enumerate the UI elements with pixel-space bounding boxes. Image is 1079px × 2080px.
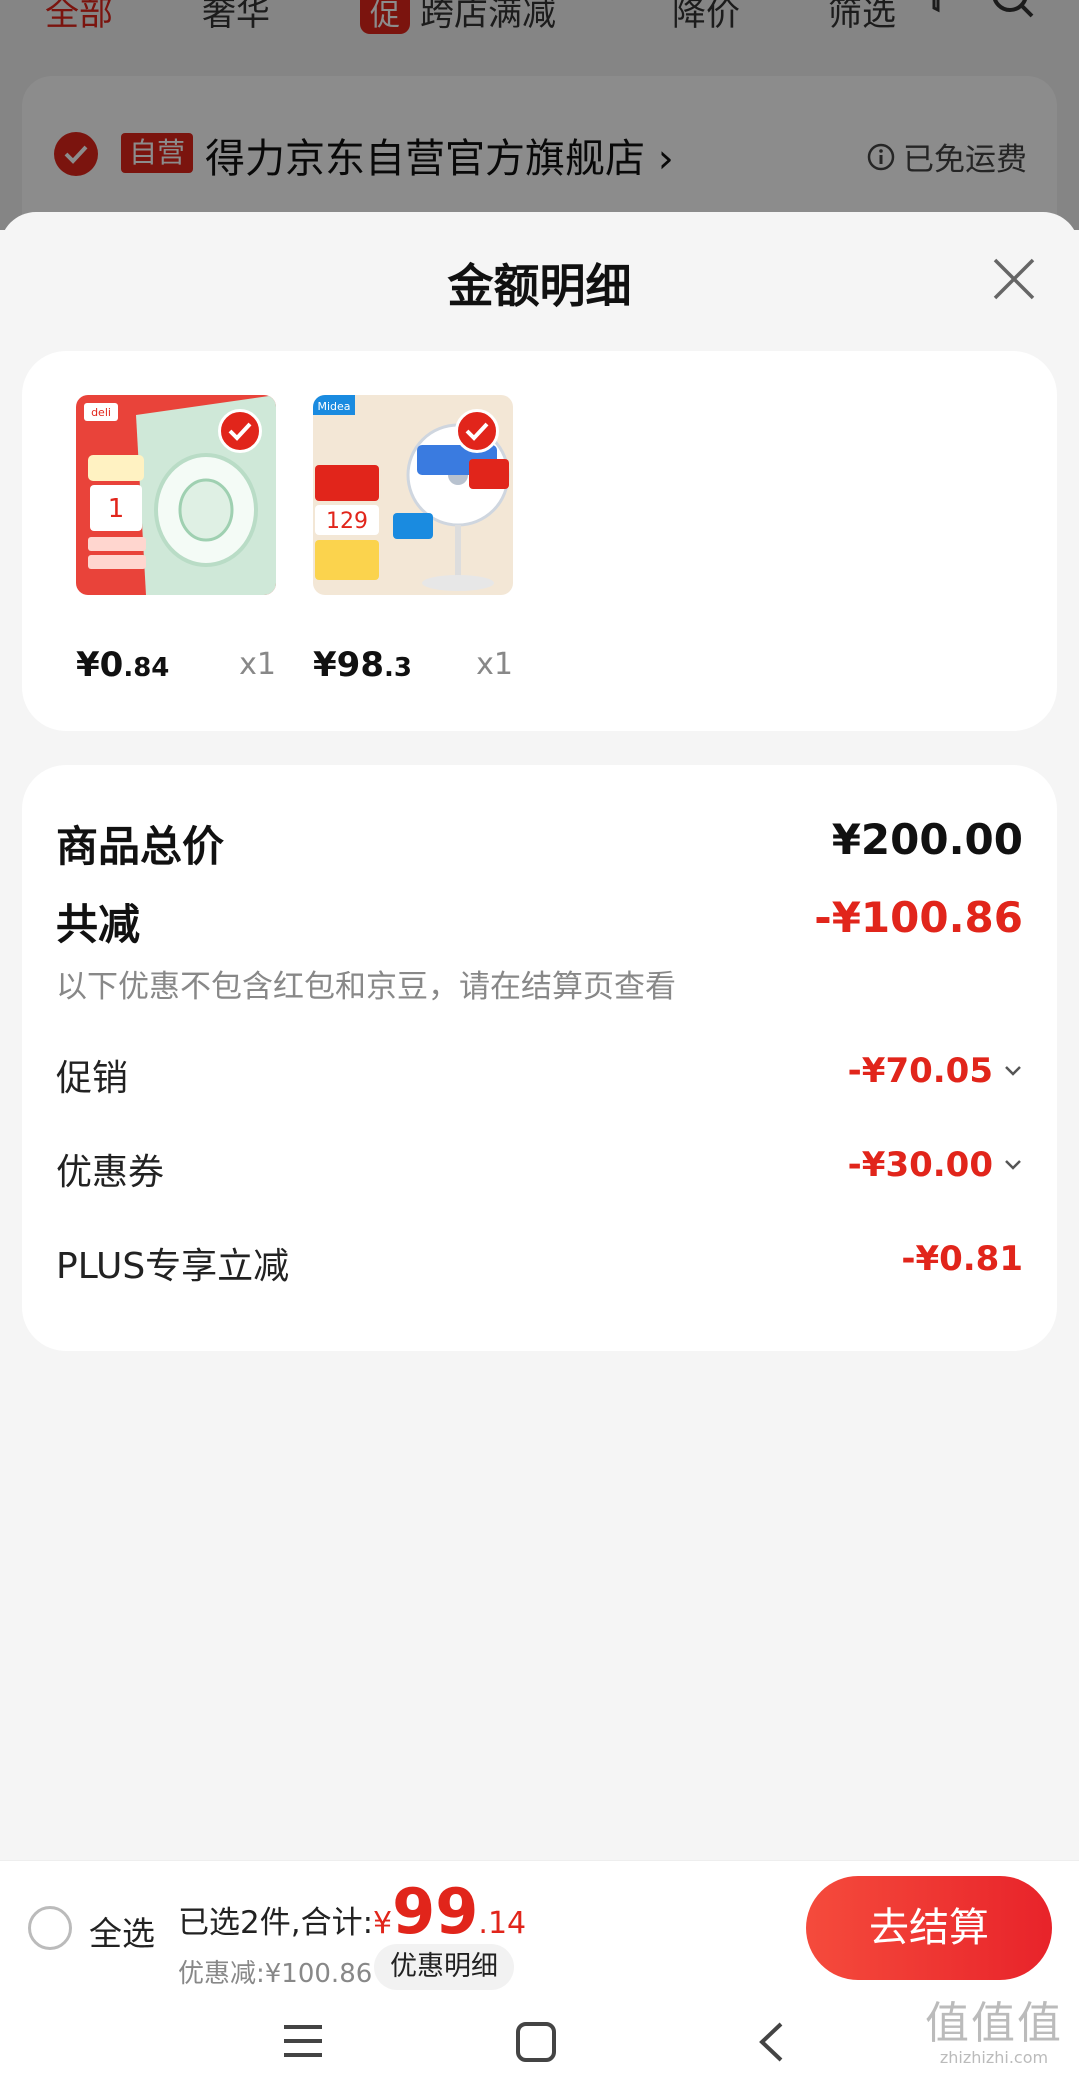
coupon-row-toggle[interactable]: -¥30.00 — [848, 1145, 1023, 1185]
price-integer: ¥98 — [313, 645, 384, 685]
product-quantity: x1 — [239, 647, 276, 682]
plus-discount-value: -¥0.81 — [901, 1239, 1023, 1279]
check-icon — [228, 422, 252, 441]
chevron-down-icon — [1005, 1066, 1021, 1076]
total-reduction-label: 共减 — [56, 900, 141, 949]
promotion-value: -¥70.05 — [847, 1051, 993, 1091]
product-thumbnail[interactable]: deli 1 — [76, 395, 276, 595]
total-integer: 99 — [392, 1875, 479, 1948]
price-integer: ¥0 — [76, 645, 124, 685]
back-icon[interactable] — [756, 2021, 786, 2063]
product-thumbnail[interactable]: Midea 129 — [313, 395, 513, 595]
checkout-button[interactable]: 去结算 — [806, 1876, 1052, 1980]
total-reduction-value: -¥100.86 — [814, 893, 1023, 942]
check-icon — [465, 422, 489, 441]
modal-overlay[interactable] — [0, 0, 1079, 230]
checkout-bar: 全选 已选2件,合计:¥99.14 优惠减:¥100.86 优惠明细 去结算 — [0, 1860, 1079, 1995]
discount-summary: 优惠减:¥100.86 — [178, 1959, 373, 1989]
watermark-logo: 值值值 — [925, 1998, 1063, 2049]
menu-icon[interactable] — [282, 2021, 324, 2061]
home-icon[interactable] — [515, 2021, 557, 2063]
selected-count-text: 已选2件,合计: — [178, 1905, 374, 1941]
plus-discount-label: PLUS专享立减 — [56, 1246, 290, 1287]
currency-symbol: ¥ — [373, 1906, 393, 1941]
svg-text:129: 129 — [326, 509, 368, 534]
discount-detail-button[interactable]: 优惠明细 — [374, 1944, 514, 1990]
product-price: ¥0.84 — [76, 645, 169, 685]
price-decimal: .84 — [123, 653, 170, 683]
price-summary: 商品总价 ¥200.00 共减 -¥100.86 以下优惠不包含红包和京豆，请在… — [22, 765, 1057, 1351]
total-price-label: 商品总价 — [56, 822, 225, 871]
reduction-note: 以下优惠不包含红包和京豆，请在结算页查看 — [56, 969, 676, 1005]
svg-text:1: 1 — [108, 494, 125, 524]
select-all-checkbox[interactable] — [28, 1906, 72, 1950]
product-price: ¥98.3 — [313, 645, 412, 685]
svg-text:deli: deli — [91, 406, 111, 419]
product-quantity: x1 — [476, 647, 513, 682]
close-icon[interactable] — [989, 254, 1039, 304]
select-all-label[interactable]: 全选 — [89, 1907, 155, 1955]
total-summary: 已选2件,合计:¥99.14 — [178, 1875, 526, 1948]
coupon-value: -¥30.00 — [847, 1145, 993, 1185]
site-watermark: 值值值 zhizhizhi.com — [919, 2000, 1069, 2072]
total-price-value: ¥200.00 — [831, 815, 1023, 864]
item-selected-check — [218, 409, 262, 453]
selected-products: deli 1 ¥0.84 x1 Midea 129 ¥98.3 x1 — [22, 351, 1057, 731]
svg-text:Midea: Midea — [317, 400, 350, 413]
system-nav-bar — [0, 1995, 1079, 2080]
item-selected-check — [455, 409, 499, 453]
price-decimal: .3 — [383, 653, 412, 683]
total-decimal: .14 — [478, 1906, 527, 1941]
promotion-row-toggle[interactable]: -¥70.05 — [848, 1051, 1023, 1091]
watermark-url: zhizhizhi.com — [939, 2048, 1049, 2067]
amount-detail-sheet: 金额明细 deli 1 ¥0.84 x1 Midea 129 ¥98.3 x1 … — [0, 212, 1079, 1862]
promotion-label: 促销 — [56, 1058, 129, 1099]
chevron-down-icon — [1005, 1160, 1021, 1170]
coupon-label: 优惠券 — [56, 1152, 165, 1193]
sheet-title: 金额明细 — [447, 259, 632, 313]
